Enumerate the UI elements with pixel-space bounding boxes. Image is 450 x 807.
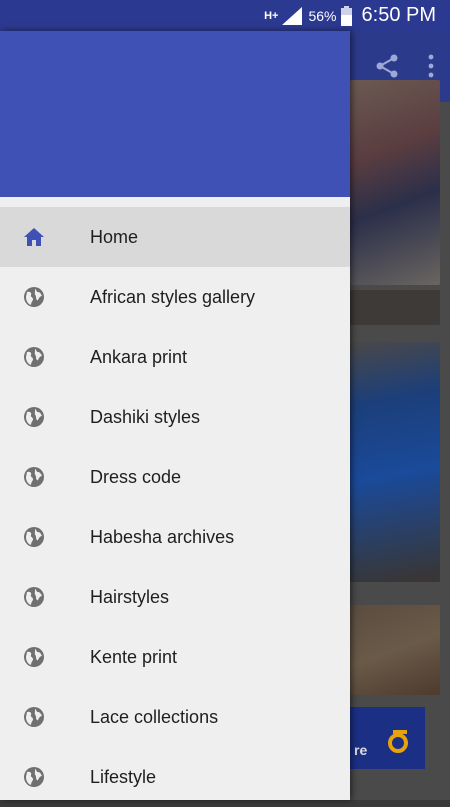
menu-item-kente-print[interactable]: Kente print	[0, 627, 350, 687]
menu-item-habesha-archives[interactable]: Habesha archives	[0, 507, 350, 567]
battery-icon	[340, 5, 352, 26]
home-icon	[24, 228, 44, 246]
gallery-image-card[interactable]	[350, 80, 440, 285]
menu-item-hairstyles[interactable]: Hairstyles	[0, 567, 350, 627]
menu-item-home[interactable]: Home	[0, 207, 350, 267]
menu-item-dress-code[interactable]: Dress code	[0, 447, 350, 507]
navigation-drawer: Home African styles gallery Ankara print…	[0, 31, 350, 800]
menu-item-ankara-print[interactable]: Ankara print	[0, 327, 350, 387]
share-icon[interactable]	[374, 53, 400, 79]
globe-icon	[24, 767, 44, 787]
menu-item-label: Ankara print	[90, 346, 188, 367]
globe-icon	[24, 527, 44, 547]
status-time: 6:50 PM	[361, 4, 436, 26]
globe-icon	[24, 707, 44, 727]
globe-icon	[24, 287, 44, 307]
battery-percent: 56%	[308, 7, 337, 24]
globe-icon	[24, 467, 44, 487]
globe-icon	[24, 347, 44, 367]
menu-item-label: Habesha archives	[90, 526, 235, 547]
menu-item-label: Dress code	[90, 466, 182, 487]
globe-icon	[24, 407, 44, 427]
menu-item-label: African styles gallery	[90, 286, 256, 307]
gallery-image-card[interactable]	[350, 342, 440, 582]
gallery-image-card[interactable]	[350, 605, 440, 695]
status-bar: H+ 56% 6:50 PM	[0, 0, 450, 31]
ad-banner-text: re	[354, 742, 368, 758]
menu-item-african-styles-gallery[interactable]: African styles gallery	[0, 267, 350, 327]
globe-icon	[24, 587, 44, 607]
drawer-menu: Home African styles gallery Ankara print…	[0, 207, 350, 807]
menu-item-label: Lifestyle	[90, 766, 157, 787]
gallery-image-card[interactable]	[350, 290, 440, 325]
menu-item-label: Kente print	[90, 646, 178, 667]
signal-icon	[282, 6, 303, 25]
ad-logo-icon	[388, 730, 408, 753]
menu-item-lace-collections[interactable]: Lace collections	[0, 687, 350, 747]
drawer-header	[0, 31, 350, 197]
network-type-indicator: H+	[264, 9, 279, 22]
globe-icon	[24, 647, 44, 667]
menu-item-label: Home	[90, 226, 139, 247]
more-vert-icon[interactable]	[428, 54, 434, 78]
menu-item-label: Hairstyles	[90, 586, 170, 607]
menu-item-lifestyle[interactable]: Lifestyle	[0, 747, 350, 807]
menu-item-dashiki-styles[interactable]: Dashiki styles	[0, 387, 350, 447]
menu-item-label: Dashiki styles	[90, 406, 201, 427]
menu-item-label: Lace collections	[90, 706, 219, 727]
